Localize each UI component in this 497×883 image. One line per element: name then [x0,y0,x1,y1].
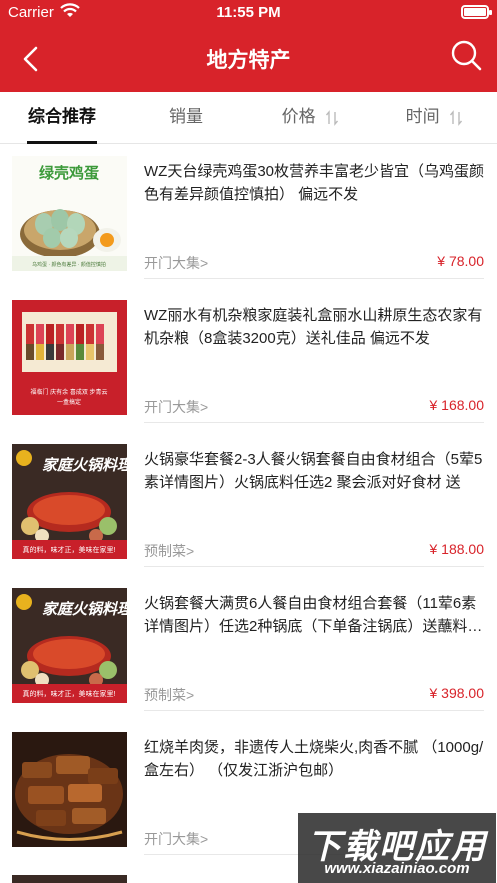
tab-sales[interactable]: 销量 [124,92,248,144]
tab-label: 销量 [169,107,203,126]
product-item[interactable]: 家庭火锅料理 真的料，味才正，美味在家里! 火锅豪华套餐2-3人餐火锅套餐自由食… [0,432,497,576]
image-title: 绿壳鸡蛋 [39,164,99,182]
tab-label: 时间 [405,107,440,126]
sort-arrows-icon [450,109,463,126]
product-price: ¥ 188.00 [429,541,485,557]
product-item[interactable]: 家庭火锅料理 真的料，味才正，美味在家里! 火锅套餐大满贯6人餐自由食材组合套餐… [0,576,497,720]
product-image-partial [12,875,127,883]
nav-bar: 地方特产 [0,26,497,92]
sort-tabs: 综合推荐 销量 价格 时间 [0,92,497,144]
watermark-url: www.xiazainiao.com [324,860,470,877]
sort-arrows-icon [326,109,339,126]
image-subtitle: 乌鸡蛋 · 颜色有差异 · 颜值控慎拍 [32,261,106,268]
image-subtitle: 真的料，味才正，美味在家里! [23,689,116,698]
tab-label: 综合推荐 [28,107,96,126]
product-category-link[interactable]: 预制菜> [144,541,194,561]
tab-recommended[interactable]: 综合推荐 [0,92,124,144]
divider [144,566,484,567]
product-category-link[interactable]: 开门大集> [144,397,208,417]
product-image-hotpot: 家庭火锅料理 真的料，味才正，美味在家里! [12,588,127,703]
product-price: ¥ 398.00 [429,685,485,701]
tab-label: 价格 [281,107,316,126]
divider [144,422,484,423]
image-title: 福临门 庆有余 喜成双 步青云 [30,388,107,396]
battery-icon [461,5,492,19]
watermark-logo: 下载吧应用 www.xiazainiao.com [298,813,496,883]
image-subtitle: 一盒搞定 [57,398,81,406]
page-title: 地方特产 [206,49,291,72]
product-name: WZ丽水有机杂粮家庭装礼盒丽水山耕原生态农家有机杂粮（8盒装3200克）送礼佳品… [144,307,483,347]
image-title: 家庭火锅料理 [42,456,127,474]
product-image-hotpot: 家庭火锅料理 真的料，味才正，美味在家里! [12,444,127,559]
image-subtitle: 真的料，味才正，美味在家里! [23,545,116,554]
product-item[interactable]: 福临门 庆有余 喜成双 步青云 一盒搞定 WZ丽水有机杂粮家庭装礼盒丽水山耕原生… [0,288,497,432]
product-price: ¥ 78.00 [437,253,484,269]
product-category-link[interactable]: 开门大集> [144,253,208,273]
product-category-link[interactable]: 开门大集> [144,829,208,849]
product-name: WZ天台绿壳鸡蛋30枚营养丰富老少皆宜（乌鸡蛋颜色有差异颜值控慎拍） 偏远不发 [144,163,484,203]
status-bar: Carrier 11:55 PM [0,0,497,26]
status-time: 11:55 PM [216,4,281,21]
product-name: 火锅豪华套餐2-3人餐火锅套餐自由食材组合（5荤5素详情图片）火锅底料任选2 聚… [144,451,483,500]
product-image-mutton [12,732,127,847]
product-image-grains: 福临门 庆有余 喜成双 步青云 一盒搞定 [12,300,127,415]
search-icon[interactable] [449,38,483,72]
divider [144,710,484,711]
image-title: 家庭火锅料理 [42,600,127,618]
divider [144,278,484,279]
product-image-eggs: 绿壳鸡蛋 乌鸡蛋 · 颜色有差异 · 颜值控慎拍 [12,156,127,271]
app-header: Carrier 11:55 PM 地方特产 [0,0,497,92]
product-price: ¥ 168.00 [429,397,485,413]
product-category-link[interactable]: 预制菜> [144,685,194,705]
tab-price[interactable]: 价格 [248,92,372,144]
product-item[interactable]: 绿壳鸡蛋 乌鸡蛋 · 颜色有差异 · 颜值控慎拍 WZ天台绿壳鸡蛋30枚营养丰富… [0,144,497,288]
tab-time[interactable]: 时间 [372,92,496,144]
product-name: 红烧羊肉煲，非遗传人土烧柴火,肉香不腻 （1000g/盒左右） （仅发江浙沪包邮… [144,739,484,779]
product-name: 火锅套餐大满贯6人餐自由食材组合套餐（11荤6素详情图片）任选2种锅底（下单备注… [144,595,483,635]
